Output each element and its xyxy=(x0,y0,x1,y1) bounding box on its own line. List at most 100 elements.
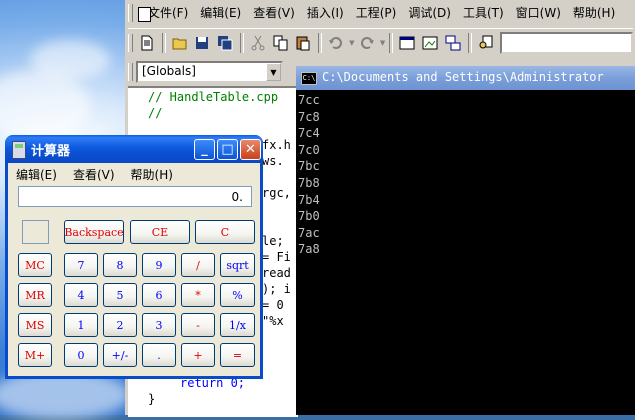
wizard-bar-grip[interactable] xyxy=(128,63,133,81)
desktop-cloud xyxy=(30,40,110,80)
menu-project[interactable]: 工程(P) xyxy=(350,2,403,24)
menu-tools[interactable]: 工具(T) xyxy=(457,2,510,24)
calculator-title: 计算器 xyxy=(31,144,71,159)
toolbar-separator xyxy=(389,33,394,53)
console-line: 7c0 xyxy=(298,142,320,157)
output-icon[interactable] xyxy=(419,32,441,54)
code-line: read xyxy=(262,266,291,280)
menu-help[interactable]: 帮助(H) xyxy=(567,2,621,24)
console-window: C:\ C:\Documents and Settings\Administra… xyxy=(296,66,635,415)
sign-toggle-button[interactable]: +/- xyxy=(103,343,137,367)
console-titlebar[interactable]: C:\ C:\Documents and Settings\Administra… xyxy=(296,66,635,90)
console-line: 7c4 xyxy=(298,126,320,141)
digit-4-button[interactable]: 4 xyxy=(64,283,98,307)
toolbar-separator xyxy=(467,33,472,53)
code-line: // xyxy=(148,106,163,120)
menu-edit[interactable]: 编辑(E) xyxy=(194,2,247,24)
menubar-grip[interactable] xyxy=(128,4,133,22)
digit-0-button[interactable]: 0 xyxy=(64,343,98,367)
digit-9-button[interactable]: 9 xyxy=(142,253,176,277)
scope-combo[interactable]: [Globals] ▼ xyxy=(136,61,283,83)
memory-add-button[interactable]: M+ xyxy=(18,343,52,367)
calc-menu-edit[interactable]: 编辑(E) xyxy=(16,166,57,183)
digit-5-button[interactable]: 5 xyxy=(103,283,137,307)
menu-window[interactable]: 窗口(W) xyxy=(510,2,567,24)
copy-icon[interactable] xyxy=(270,32,292,54)
paste-icon[interactable] xyxy=(292,32,314,54)
calc-menu-view[interactable]: 查看(V) xyxy=(73,166,115,183)
memory-clear-button[interactable]: MC xyxy=(18,253,52,277)
code-line: // HandleTable.cpp xyxy=(148,90,279,104)
wizard-bar: [Globals] ▼ xyxy=(128,60,283,84)
console-line: 7a8 xyxy=(298,242,320,257)
equals-button[interactable]: = xyxy=(220,343,255,367)
reciprocal-button[interactable]: 1/x xyxy=(220,313,255,337)
find-in-files-icon[interactable] xyxy=(475,32,497,54)
multiply-button[interactable]: * xyxy=(181,283,215,307)
console-output[interactable]: 7cc 7c8 7c4 7c0 7bc 7b8 7b4 7b0 7ac 7a8 xyxy=(296,92,320,258)
undo-dropdown-icon[interactable]: ▼ xyxy=(348,32,356,54)
sqrt-button[interactable]: sqrt xyxy=(220,253,255,277)
cut-icon[interactable] xyxy=(247,32,269,54)
digit-1-button[interactable]: 1 xyxy=(64,313,98,337)
find-combo-input[interactable] xyxy=(500,32,633,54)
divide-button[interactable]: / xyxy=(181,253,215,277)
menu-insert[interactable]: 插入(I) xyxy=(301,2,350,24)
code-line: "%x xyxy=(262,314,284,328)
code-line: fx.h xyxy=(262,138,291,152)
scope-combo-value: [Globals] xyxy=(142,64,196,78)
ide-toolbar: ▼ ▼ xyxy=(128,28,633,57)
ide-menubar: 文件(F) 编辑(E) 查看(V) 插入(I) 工程(P) 调试(D) 工具(T… xyxy=(128,2,621,24)
toolbar-separator xyxy=(161,33,166,53)
calc-menu-help[interactable]: 帮助(H) xyxy=(131,166,173,183)
calculator-display: 0. xyxy=(18,186,252,207)
minimize-button[interactable]: _ xyxy=(194,139,215,160)
plus-button[interactable]: + xyxy=(181,343,215,367)
digit-2-button[interactable]: 2 xyxy=(103,313,137,337)
digit-3-button[interactable]: 3 xyxy=(142,313,176,337)
memory-recall-button[interactable]: MR xyxy=(18,283,52,307)
memory-store-button[interactable]: MS xyxy=(18,313,52,337)
digit-7-button[interactable]: 7 xyxy=(64,253,98,277)
digit-6-button[interactable]: 6 xyxy=(142,283,176,307)
code-line: = 0 xyxy=(262,298,284,312)
calculator-titlebar[interactable]: 计算器 _ □ ✕ xyxy=(5,135,263,163)
redo-icon[interactable] xyxy=(356,32,378,54)
console-line: 7b4 xyxy=(298,192,320,207)
digit-8-button[interactable]: 8 xyxy=(103,253,137,277)
code-line: le; xyxy=(262,234,284,248)
clear-button[interactable]: C xyxy=(195,220,255,244)
menu-debug[interactable]: 调试(D) xyxy=(402,2,457,24)
close-button[interactable]: ✕ xyxy=(240,139,261,160)
chevron-down-icon[interactable]: ▼ xyxy=(266,63,281,81)
console-line: 7b8 xyxy=(298,175,320,190)
display-value: 0. xyxy=(231,190,243,204)
percent-button[interactable]: % xyxy=(220,283,255,307)
console-line: 7c8 xyxy=(298,109,320,124)
undo-icon[interactable] xyxy=(325,32,347,54)
document-icon[interactable] xyxy=(138,7,151,22)
window-list-icon[interactable] xyxy=(442,32,464,54)
code-line: = Fi xyxy=(262,250,291,264)
memory-indicator xyxy=(22,220,49,244)
calculator-window: 计算器 _ □ ✕ 编辑(E) 查看(V) 帮助(H) 0. Backspace… xyxy=(5,135,263,379)
backspace-button[interactable]: Backspace xyxy=(64,220,124,244)
decimal-point-button[interactable]: . xyxy=(142,343,176,367)
toolbar-separator xyxy=(239,33,244,53)
minus-button[interactable]: - xyxy=(181,313,215,337)
maximize-button[interactable]: □ xyxy=(217,139,238,160)
save-all-icon[interactable] xyxy=(214,32,236,54)
console-line: 7cc xyxy=(298,93,320,107)
redo-dropdown-icon[interactable]: ▼ xyxy=(379,32,387,54)
clear-entry-button[interactable]: CE xyxy=(130,220,190,244)
toolbar-grip[interactable] xyxy=(128,34,133,52)
desktop-cloud xyxy=(0,70,90,140)
new-file-icon[interactable] xyxy=(136,32,158,54)
menu-view[interactable]: 查看(V) xyxy=(247,2,301,24)
console-icon[interactable]: C:\ xyxy=(301,72,317,85)
calculator-menubar: 编辑(E) 查看(V) 帮助(H) xyxy=(16,166,189,183)
open-folder-icon[interactable] xyxy=(169,32,191,54)
save-icon[interactable] xyxy=(191,32,213,54)
workspace-icon[interactable] xyxy=(396,32,418,54)
calculator-icon[interactable] xyxy=(12,141,26,159)
